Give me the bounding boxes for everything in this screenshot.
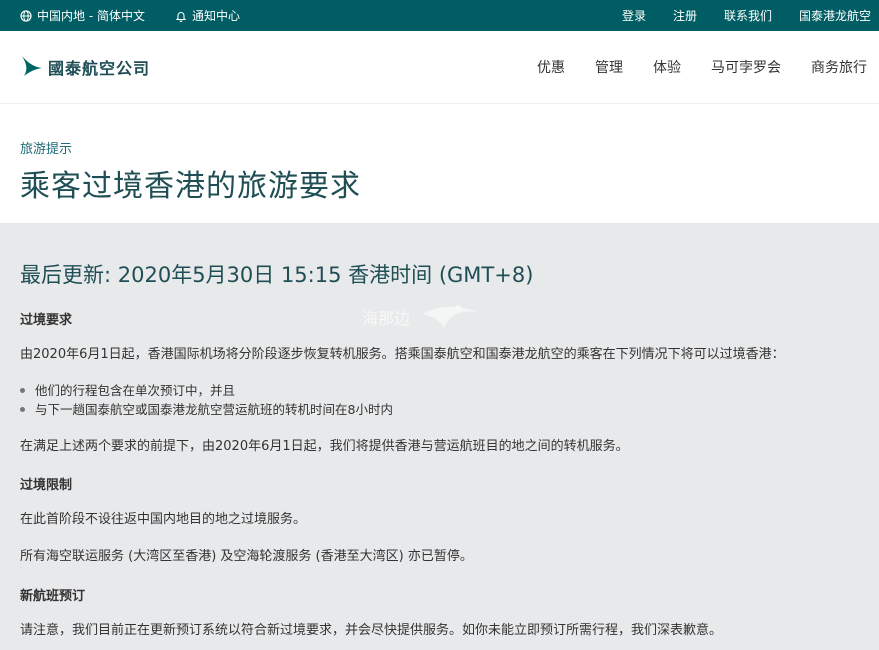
list-item: 与下一趟国泰航空或国泰港龙航空营运航班的转机时间在8小时内 [20, 400, 859, 419]
cathay-dragon-link[interactable]: 国泰港龙航空 [799, 7, 871, 24]
bell-icon [175, 10, 187, 22]
region-label: 中国内地 - 简体中文 [37, 9, 145, 23]
notification-center-link[interactable]: 通知中心 [175, 7, 240, 24]
list-item: 他们的行程包含在单次预订中，并且 [20, 381, 859, 400]
main-nav: 优惠 管理 体验 马可孛罗会 商务旅行 [507, 57, 867, 77]
nav-offers[interactable]: 优惠 [537, 57, 565, 77]
restriction-paragraph-1: 在此首阶段不设往返中国内地目的地之过境服务。 [20, 512, 307, 528]
nav-marco-polo-club[interactable]: 马可孛罗会 [711, 57, 781, 77]
section-heading-new-bookings: 新航班预订 [20, 589, 86, 605]
new-bookings-paragraph: 请注意，我们目前正在更新预订系统以符合新过境要求，并会尽快提供服务。如你未能立即… [20, 623, 723, 639]
nav-manage[interactable]: 管理 [595, 57, 623, 77]
register-link[interactable]: 注册 [673, 7, 697, 24]
bullet-dot [20, 407, 25, 413]
top-utility-bar: 中国内地 - 简体中文 通知中心 登录 注册 联系我们 国泰港龙航空 [0, 0, 879, 31]
page-title: 乘客过境香港的旅游要求 [20, 169, 361, 204]
notification-label: 通知中心 [191, 9, 240, 23]
globe-icon [20, 9, 32, 22]
login-link[interactable]: 登录 [622, 7, 646, 24]
site-logo[interactable]: 國泰航空公司 [20, 53, 150, 81]
transit-conditions-list: 他们的行程包含在单次预订中，并且 与下一趟国泰航空或国泰港龙航空营运航班的转机时… [20, 381, 859, 420]
transit-outro-paragraph: 在满足上述两个要求的前提下，由2020年6月1日起，我们将提供香港与营运航班目的… [20, 438, 629, 454]
restriction-paragraph-2: 所有海空联运服务 (大湾区至香港) 及空海轮渡服务 (香港至大湾区) 亦已暂停。 [20, 549, 473, 565]
region-selector[interactable]: 中国内地 - 简体中文 [20, 7, 145, 24]
section-heading-transit-restrictions: 过境限制 [20, 478, 73, 494]
contact-us-link[interactable]: 联系我们 [724, 7, 772, 24]
main-header: 國泰航空公司 优惠 管理 体验 马可孛罗会 商务旅行 [0, 31, 879, 103]
bullet-dot [20, 388, 25, 394]
page-title-section: 旅游提示 乘客过境香港的旅游要求 [0, 103, 879, 223]
nav-experience[interactable]: 体验 [653, 57, 681, 77]
transit-intro-paragraph: 由2020年6月1日起，香港国际机场将分阶段逐步恢复转机服务。搭乘国泰航空和国泰… [20, 347, 785, 362]
section-heading-transit-requirements: 过境要求 [20, 313, 73, 328]
main-content: 最后更新: 2020年5月30日 15:15 香港时间 (GMT+8) 过境要求… [0, 223, 879, 641]
list-item-text: 与下一趟国泰航空或国泰港龙航空营运航班的转机时间在8小时内 [35, 402, 393, 418]
brushwing-logo-icon [20, 53, 44, 81]
breadcrumb[interactable]: 旅游提示 [20, 138, 859, 157]
logo-text: 國泰航空公司 [48, 59, 151, 78]
list-item-text: 他们的行程包含在单次预订中，并且 [35, 382, 236, 398]
last-updated: 最后更新: 2020年5月30日 15:15 香港时间 (GMT+8) [20, 263, 534, 287]
nav-business-travel[interactable]: 商务旅行 [811, 57, 867, 77]
